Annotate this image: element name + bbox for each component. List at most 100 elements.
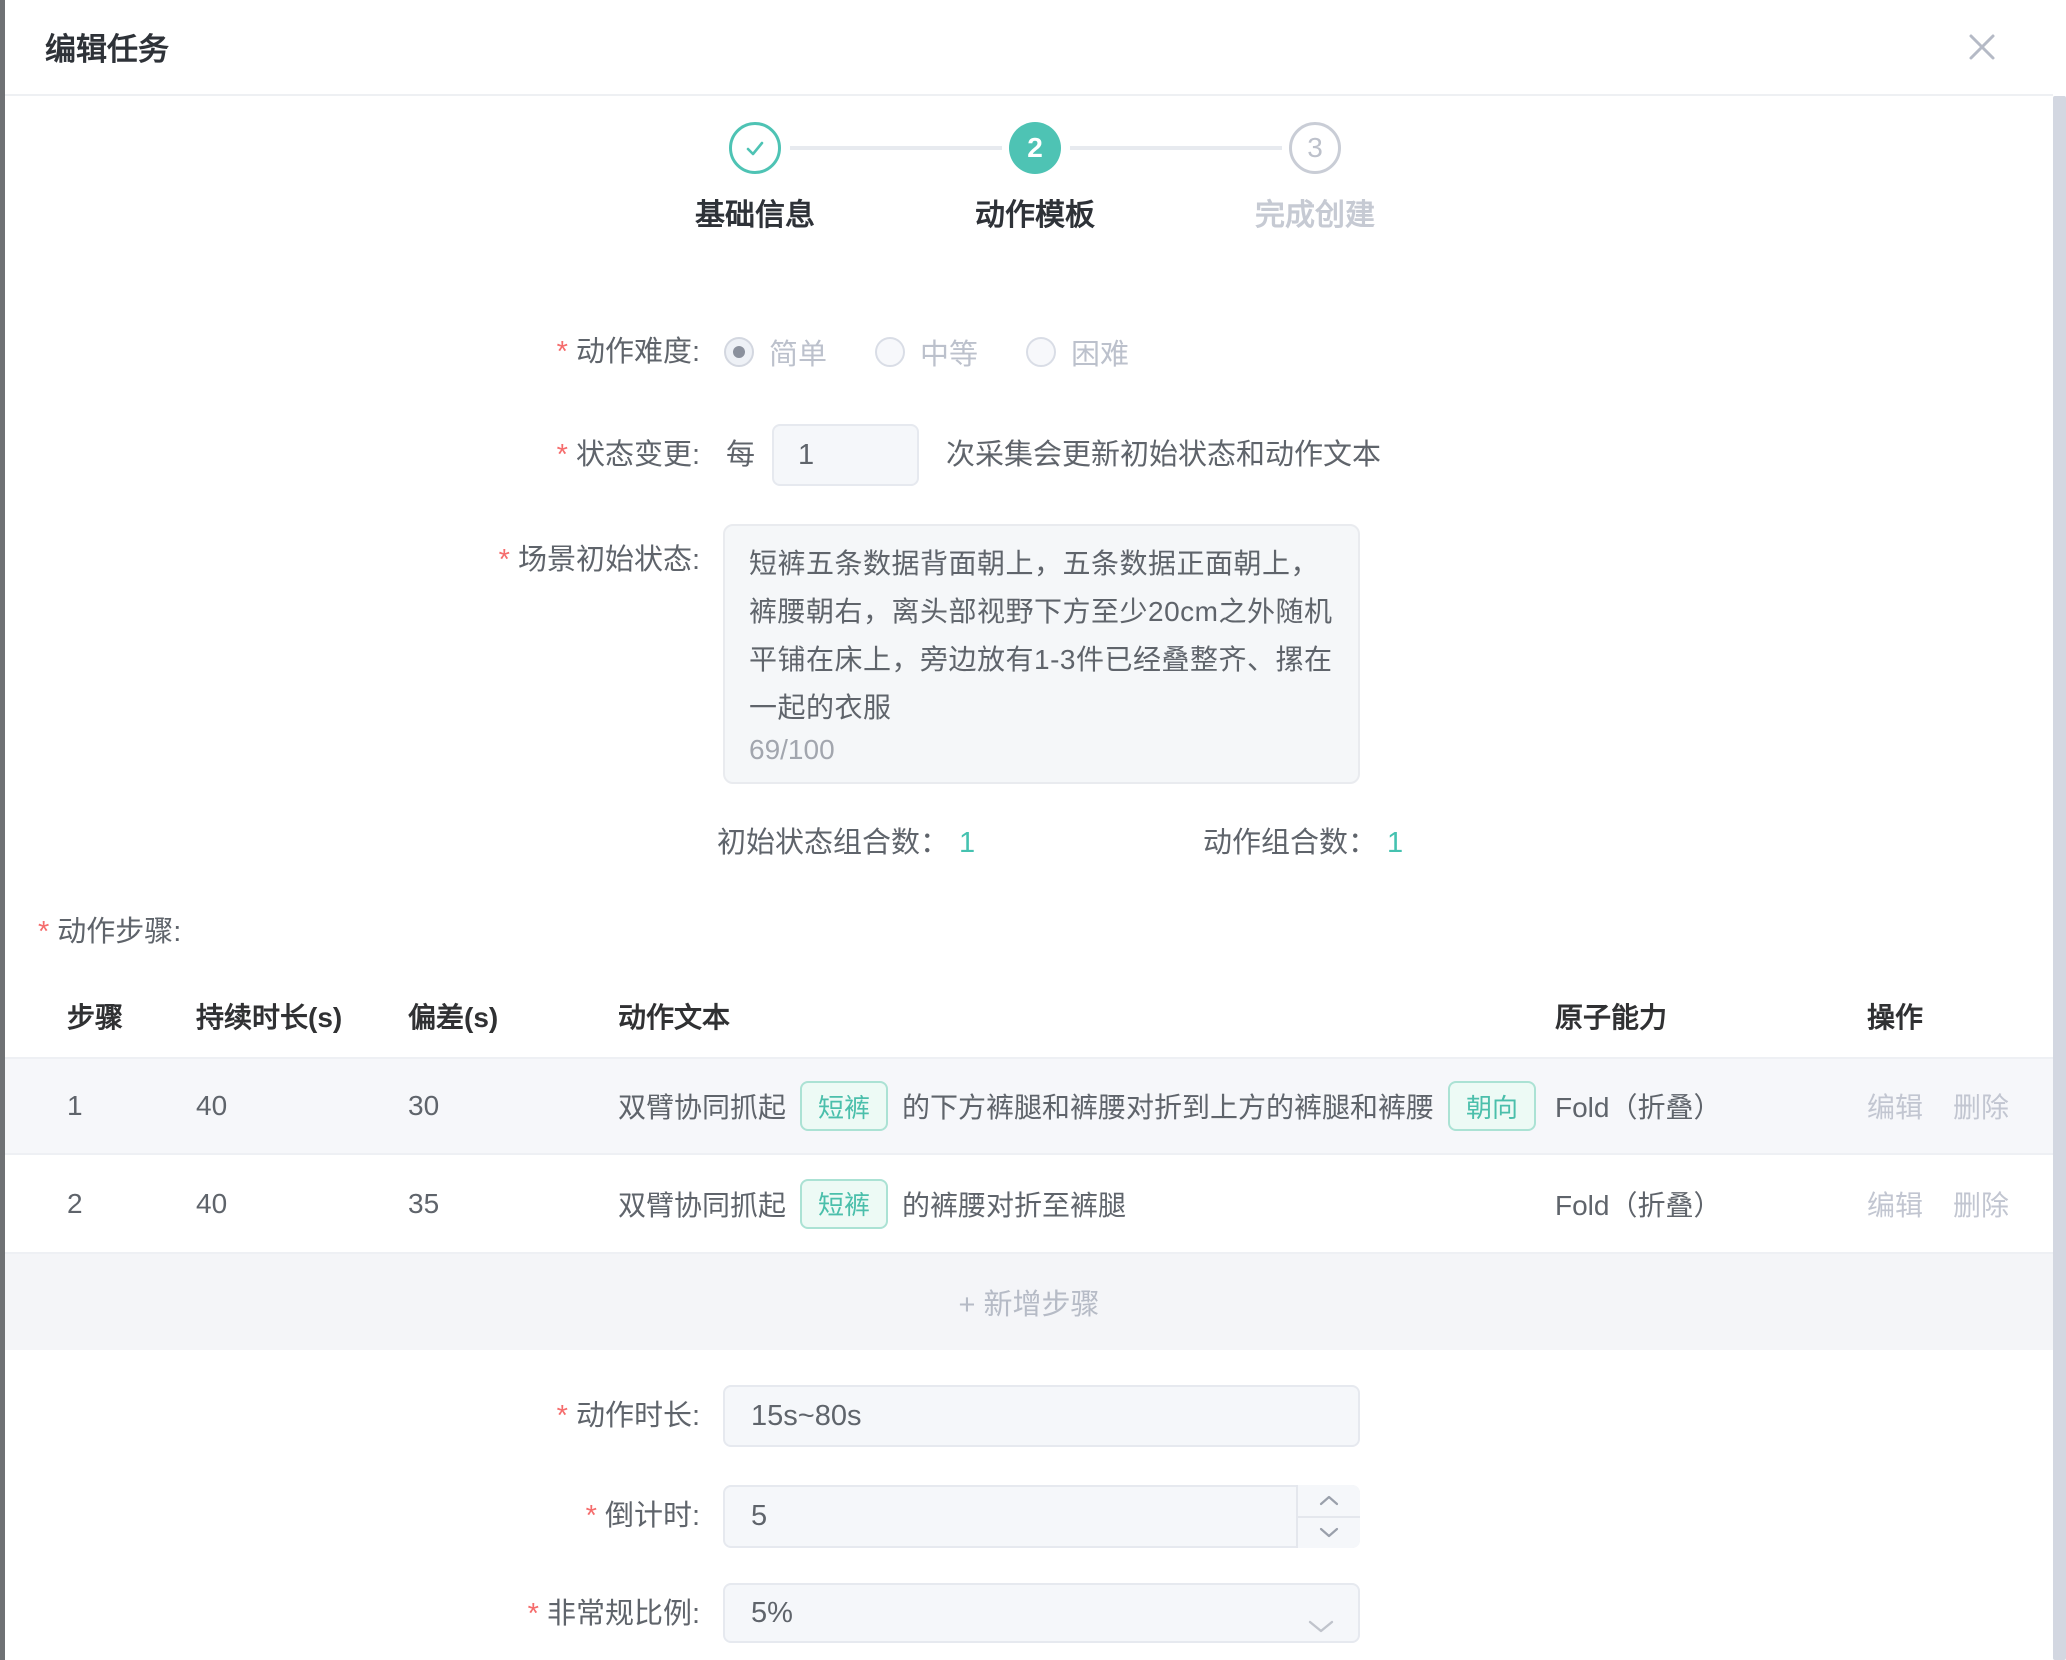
cell-action-text: 双臂协同抓起 短裤 的下方裤腿和裤腰对折到上方的裤腿和裤腰 朝向 [612, 1081, 1549, 1131]
required-mark: * [528, 1598, 539, 1630]
action-text-part: 的裤腰对折至裤腿 [902, 1184, 1126, 1224]
radio-selected-icon [724, 337, 754, 367]
table-row: 2 40 35 双臂协同抓起 短裤 的裤腰对折至裤腿 Fold（折叠） 编辑 删… [5, 1153, 2053, 1252]
header-step: 步骤 [5, 996, 190, 1036]
required-mark: * [557, 1400, 568, 1432]
required-mark: * [586, 1500, 597, 1532]
header-deviation: 偏差(s) [402, 996, 612, 1036]
cell-operations: 编辑 删除 [1859, 1184, 2053, 1224]
selected-value: 5% [751, 1597, 793, 1630]
vertical-scrollbar[interactable] [2053, 96, 2066, 1660]
step-2-number: 2 [1027, 132, 1043, 164]
radio-medium[interactable]: 中等 [875, 331, 978, 373]
chevron-down-icon [1319, 1527, 1339, 1539]
edit-task-dialog: 编辑任务 2 3 基础信息 动作模板 完成创建 *动作难度: 简单 中等 [0, 0, 2066, 1660]
cell-duration: 40 [190, 1188, 402, 1220]
countdown-field [723, 1485, 1360, 1548]
radio-easy-label: 简单 [769, 331, 827, 373]
required-mark: * [557, 336, 568, 368]
countdown-input[interactable] [723, 1485, 1360, 1548]
close-button[interactable] [1961, 26, 2003, 68]
unusual-ratio-select[interactable]: 5% [723, 1583, 1360, 1643]
difficulty-label: *动作难度: [0, 330, 700, 374]
cell-deviation: 35 [402, 1188, 612, 1220]
state-change-label: *状态变更: [0, 433, 700, 477]
table-row: 1 40 30 双臂协同抓起 短裤 的下方裤腿和裤腰对折到上方的裤腿和裤腰 朝向… [5, 1057, 2053, 1153]
dialog-title: 编辑任务 [45, 24, 169, 69]
duration-input[interactable] [723, 1385, 1360, 1447]
edit-link[interactable]: 编辑 [1867, 1086, 1923, 1126]
state-change-prefix: 每 [726, 433, 755, 477]
close-icon [1961, 26, 2003, 68]
delete-link[interactable]: 删除 [1953, 1086, 2009, 1126]
unusual-ratio-label: *非常规比例: [0, 1592, 700, 1636]
action-steps-label: *动作步骤: [38, 910, 181, 954]
add-step-button[interactable]: + 新增步骤 [5, 1252, 2053, 1350]
radio-easy[interactable]: 简单 [724, 331, 827, 373]
stepper-connector-1 [790, 146, 1002, 150]
action-steps-table: 步骤 持续时长(s) 偏差(s) 动作文本 原子能力 操作 1 40 30 双臂… [5, 975, 2053, 1350]
edit-link[interactable]: 编辑 [1867, 1184, 1923, 1224]
dialog-header: 编辑任务 [5, 0, 2053, 96]
radio-hard[interactable]: 困难 [1026, 331, 1129, 373]
cell-deviation: 30 [402, 1090, 612, 1122]
cell-action-text: 双臂协同抓起 短裤 的裤腰对折至裤腿 [612, 1179, 1549, 1229]
required-mark: * [557, 439, 568, 471]
required-mark: * [499, 544, 510, 576]
action-text-part: 的下方裤腿和裤腰对折到上方的裤腿和裤腰 [902, 1086, 1434, 1126]
cell-step: 1 [5, 1090, 190, 1122]
action-text-part: 双臂协同抓起 [618, 1086, 786, 1126]
countdown-label: *倒计时: [0, 1494, 700, 1538]
action-combo-count: 动作组合数： 1 [1203, 821, 1403, 865]
radio-medium-label: 中等 [920, 331, 978, 373]
stepper-connector-2 [1070, 146, 1282, 150]
step-1-circle [729, 122, 781, 174]
header-operations: 操作 [1859, 996, 2053, 1036]
step-3-label: 完成创建 [1195, 190, 1435, 234]
state-change-suffix: 次采集会更新初始状态和动作文本 [946, 433, 1381, 477]
check-icon [740, 133, 770, 163]
required-mark: * [38, 916, 49, 948]
table-header-row: 步骤 持续时长(s) 偏差(s) 动作文本 原子能力 操作 [5, 975, 2053, 1057]
initial-combo-label: 初始状态组合数： [717, 827, 949, 859]
cell-operations: 编辑 删除 [1859, 1086, 2053, 1126]
initial-state-textarea[interactable]: 短裤五条数据背面朝上，五条数据正面朝上，裤腰朝右，离头部视野下方至少20cm之外… [723, 524, 1360, 784]
chevron-up-icon [1319, 1494, 1339, 1506]
action-combo-label: 动作组合数： [1203, 827, 1377, 859]
cell-duration: 40 [190, 1090, 402, 1122]
initial-state-label: *场景初始状态: [0, 538, 700, 582]
char-counter: 69/100 [749, 734, 835, 766]
number-spinner [1296, 1485, 1360, 1548]
cell-ability: Fold（折叠） [1549, 1086, 1859, 1126]
step-3-number: 3 [1307, 132, 1323, 164]
step-1-label: 基础信息 [635, 190, 875, 234]
delete-link[interactable]: 删除 [1953, 1184, 2009, 1224]
radio-unselected-icon [1026, 337, 1056, 367]
initial-combo-value: 1 [959, 827, 975, 859]
page-backdrop-edge [0, 0, 5, 1660]
entity-tag[interactable]: 短裤 [800, 1081, 888, 1131]
add-step-label: + 新增步骤 [959, 1281, 1100, 1323]
initial-state-text: 短裤五条数据背面朝上，五条数据正面朝上，裤腰朝右，离头部视野下方至少20cm之外… [749, 540, 1334, 732]
cell-ability: Fold（折叠） [1549, 1184, 1859, 1224]
header-ability: 原子能力 [1549, 996, 1859, 1036]
action-combo-value: 1 [1387, 827, 1403, 859]
entity-tag[interactable]: 短裤 [800, 1179, 888, 1229]
cell-step: 2 [5, 1188, 190, 1220]
action-text-part: 双臂协同抓起 [618, 1184, 786, 1224]
radio-hard-label: 困难 [1071, 331, 1129, 373]
radio-unselected-icon [875, 337, 905, 367]
header-duration: 持续时长(s) [190, 996, 402, 1036]
duration-label: *动作时长: [0, 1394, 700, 1438]
chevron-down-icon [1308, 1609, 1334, 1642]
step-2-circle: 2 [1009, 122, 1061, 174]
step-3-circle: 3 [1289, 122, 1341, 174]
difficulty-radio-group: 简单 中等 困难 [724, 330, 1177, 374]
step-2-label: 动作模板 [915, 190, 1155, 234]
increase-button[interactable] [1298, 1485, 1360, 1518]
header-action-text: 动作文本 [612, 996, 1549, 1036]
initial-combo-count: 初始状态组合数： 1 [717, 821, 975, 865]
state-change-input[interactable] [772, 424, 919, 486]
decrease-button[interactable] [1298, 1518, 1360, 1549]
entity-tag[interactable]: 朝向 [1448, 1081, 1536, 1131]
